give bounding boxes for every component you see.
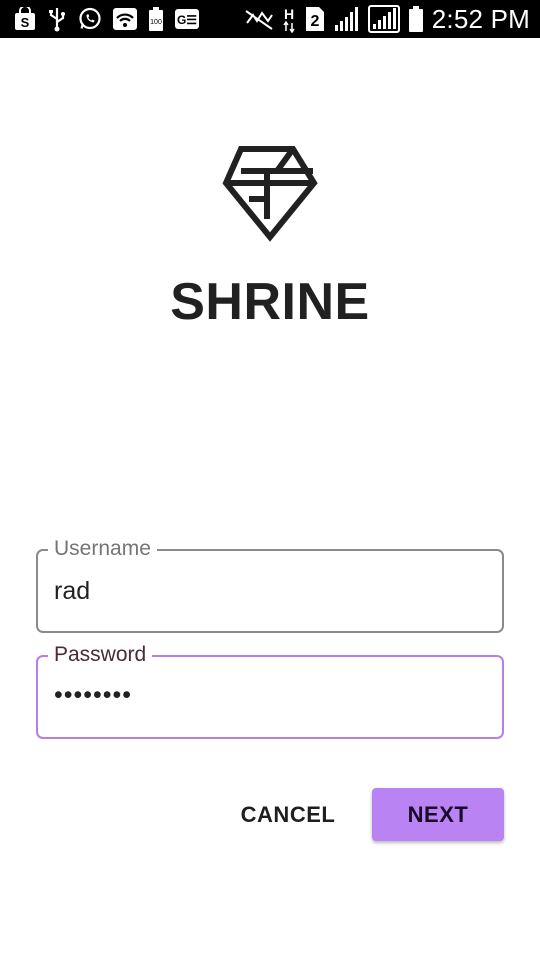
svg-text:2: 2 xyxy=(310,13,319,30)
diamond-icon xyxy=(222,146,318,242)
wifi-icon xyxy=(112,6,138,32)
cancel-button[interactable]: CANCEL xyxy=(232,789,344,841)
status-bar: S 100 G☰ H 2 2:52 PM xyxy=(0,0,540,38)
battery-icon xyxy=(408,6,424,32)
username-label: Username xyxy=(48,537,157,561)
whatsapp-icon xyxy=(78,6,102,32)
battery-saver-icon: 100 xyxy=(148,6,164,32)
sim2-icon: 2 xyxy=(304,6,326,32)
svg-text:100: 100 xyxy=(150,19,162,26)
username-field[interactable]: Username rad xyxy=(36,537,504,633)
svg-text:H: H xyxy=(284,6,294,22)
status-system-icons: H 2 2:52 PM xyxy=(244,4,530,35)
usb-icon xyxy=(46,6,68,32)
mute-icon xyxy=(244,6,274,32)
password-label: Password xyxy=(48,643,153,667)
app-title: SHRINE xyxy=(170,273,370,331)
network-h-icon: H xyxy=(282,6,296,33)
ge-icon: G☰ xyxy=(174,6,200,32)
signal-icon xyxy=(367,5,400,33)
password-field[interactable]: Password •••••••• xyxy=(36,643,504,739)
shopping-bag-icon: S xyxy=(14,6,36,32)
svg-text:S: S xyxy=(21,15,30,30)
svg-text:G☰: G☰ xyxy=(177,13,197,27)
status-notification-icons: S 100 G☰ xyxy=(14,6,200,32)
password-input[interactable]: •••••••• xyxy=(54,681,132,710)
status-clock: 2:52 PM xyxy=(431,3,530,34)
username-input[interactable]: rad xyxy=(54,577,90,606)
signal-icon xyxy=(334,6,360,32)
next-button[interactable]: NEXT xyxy=(372,788,504,841)
